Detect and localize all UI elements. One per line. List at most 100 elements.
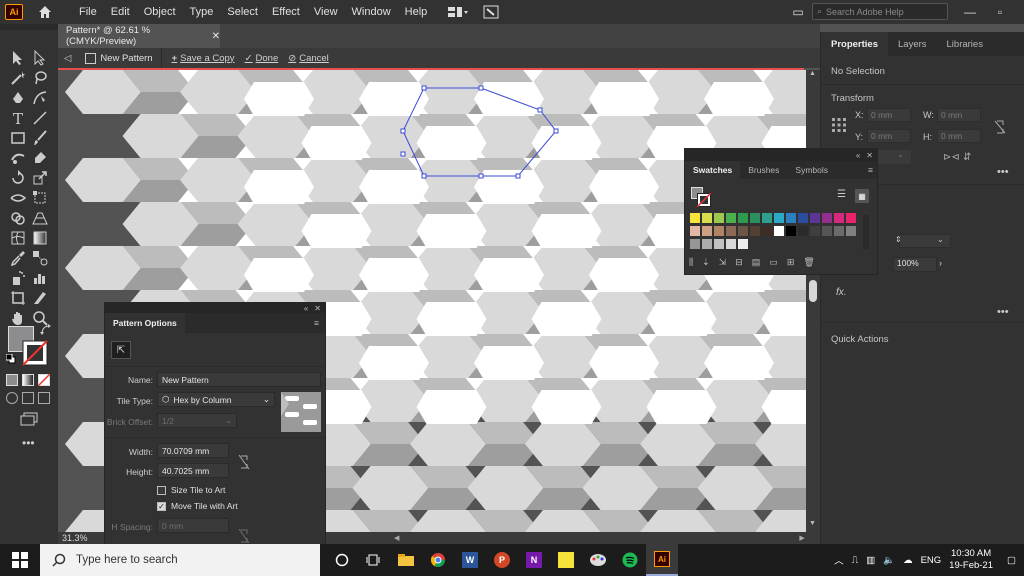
stroke-weight-dropdown[interactable]: ⌄ bbox=[937, 235, 944, 244]
color-swatch[interactable] bbox=[810, 226, 820, 236]
color-swatch[interactable] bbox=[834, 213, 844, 223]
color-swatch[interactable] bbox=[726, 239, 736, 249]
scroll-up-icon[interactable]: ▲ bbox=[809, 70, 816, 77]
color-swatch[interactable] bbox=[690, 226, 700, 236]
spotify-icon[interactable] bbox=[614, 544, 646, 576]
taskbar-search-box[interactable]: Type here to search bbox=[40, 544, 320, 576]
tab-pattern-options[interactable]: Pattern Options bbox=[105, 313, 185, 333]
powerpoint-icon[interactable]: P bbox=[486, 544, 518, 576]
swatch-stroke-preview[interactable] bbox=[697, 193, 711, 207]
color-swatch[interactable] bbox=[726, 226, 736, 236]
color-swatch[interactable] bbox=[702, 213, 712, 223]
pattern-tile-tool-icon[interactable]: ⇱ bbox=[111, 341, 131, 359]
color-swatch[interactable] bbox=[750, 226, 760, 236]
color-swatch[interactable] bbox=[690, 239, 700, 249]
color-swatch[interactable] bbox=[714, 213, 724, 223]
list-view-icon[interactable]: ☰ bbox=[837, 189, 851, 203]
h-field[interactable]: 0 mm bbox=[937, 129, 981, 143]
language-indicator[interactable]: ENG bbox=[921, 555, 942, 566]
selection-tool-icon[interactable] bbox=[10, 50, 26, 66]
place-swatch-icon[interactable]: ⇲ bbox=[719, 257, 727, 268]
color-swatch[interactable] bbox=[798, 226, 808, 236]
chrome-icon[interactable] bbox=[422, 544, 454, 576]
hand-tool-icon[interactable] bbox=[10, 310, 26, 326]
home-icon[interactable] bbox=[37, 4, 53, 20]
paint-icon[interactable] bbox=[582, 544, 614, 576]
menu-effect[interactable]: Effect bbox=[272, 6, 300, 18]
opacity-expand-arrow[interactable]: › bbox=[939, 258, 942, 268]
tile-handle[interactable] bbox=[537, 107, 543, 113]
tile-handle[interactable] bbox=[515, 173, 521, 179]
shape-builder-tool-icon[interactable] bbox=[10, 210, 26, 226]
menu-select[interactable]: Select bbox=[227, 6, 258, 18]
w-field[interactable]: 0 mm bbox=[937, 108, 981, 122]
power-icon[interactable]: ⎍ bbox=[852, 555, 859, 566]
color-swatch[interactable] bbox=[810, 213, 820, 223]
menu-edit[interactable]: Edit bbox=[111, 6, 130, 18]
zoom-level[interactable]: 31.3% bbox=[58, 533, 94, 543]
paintbrush-tool-icon[interactable] bbox=[32, 130, 48, 146]
none-mode-button[interactable] bbox=[38, 374, 50, 386]
panel-menu-icon[interactable]: ≡ bbox=[314, 318, 325, 328]
artboard-tool-icon[interactable] bbox=[10, 290, 26, 306]
edit-toolbar-icon[interactable]: ••• bbox=[22, 436, 35, 450]
arrange-documents-icon[interactable] bbox=[447, 5, 469, 19]
illustrator-taskbar-icon[interactable]: Ai bbox=[646, 544, 678, 576]
tile-handle[interactable] bbox=[553, 128, 559, 134]
free-transform-tool-icon[interactable] bbox=[32, 190, 48, 206]
color-swatch[interactable] bbox=[798, 213, 808, 223]
screen-mode-icon[interactable] bbox=[20, 412, 38, 426]
stroke-color-swatch[interactable] bbox=[22, 340, 48, 366]
color-swatch[interactable] bbox=[750, 213, 760, 223]
scroll-right-icon[interactable]: ▶ bbox=[799, 534, 804, 542]
color-swatch[interactable] bbox=[846, 213, 856, 223]
pattern-name-field[interactable]: New Pattern bbox=[157, 372, 321, 387]
menu-file[interactable]: File bbox=[79, 6, 97, 18]
new-color-group-icon[interactable]: ▭ bbox=[769, 257, 778, 268]
tile-handle[interactable] bbox=[400, 151, 406, 157]
width-tool-icon[interactable] bbox=[10, 190, 26, 206]
close-panel-icon[interactable]: ✕ bbox=[314, 304, 321, 313]
notifications-icon[interactable]: ▢ bbox=[1007, 555, 1016, 566]
draw-inside-icon[interactable] bbox=[38, 392, 50, 404]
flip-vertical-icon[interactable]: ⇵ bbox=[963, 152, 971, 163]
default-fill-stroke-icon[interactable] bbox=[6, 354, 16, 364]
collapse-panel-icon[interactable]: « bbox=[856, 151, 860, 160]
color-swatch[interactable] bbox=[714, 226, 724, 236]
swatch-options-icon[interactable]: ⊟ bbox=[735, 257, 743, 268]
collapse-panel-icon[interactable]: « bbox=[304, 304, 308, 313]
color-mode-button[interactable] bbox=[6, 374, 18, 386]
maximize-button[interactable]: ▫ bbox=[992, 4, 1008, 20]
rotate-tool-icon[interactable] bbox=[10, 170, 26, 186]
color-swatch[interactable] bbox=[822, 226, 832, 236]
tile-handle[interactable] bbox=[478, 173, 484, 179]
color-swatch[interactable] bbox=[846, 226, 856, 236]
menu-help[interactable]: Help bbox=[405, 6, 428, 18]
color-swatch[interactable] bbox=[786, 213, 796, 223]
tile-type-dropdown[interactable]: ⬡ Hex by Column ⌄ bbox=[157, 392, 275, 407]
tab-properties[interactable]: Properties bbox=[821, 32, 888, 56]
rectangle-tool-icon[interactable] bbox=[10, 130, 26, 146]
close-panel-icon[interactable]: ✕ bbox=[866, 151, 873, 160]
color-swatch[interactable] bbox=[714, 239, 724, 249]
color-swatch[interactable] bbox=[762, 226, 772, 236]
tile-height-field[interactable]: 40.7025 mm bbox=[157, 463, 229, 478]
slice-tool-icon[interactable] bbox=[32, 290, 48, 306]
panel-menu-icon[interactable]: ≡ bbox=[868, 161, 877, 179]
scroll-down-icon[interactable]: ▼ bbox=[809, 520, 816, 527]
magic-wand-icon[interactable] bbox=[10, 70, 26, 86]
color-swatch[interactable] bbox=[726, 213, 736, 223]
search-help-input[interactable]: ⌕ Search Adobe Help bbox=[812, 3, 948, 20]
h-spacing-field[interactable]: 0 mm bbox=[157, 518, 229, 533]
color-swatch[interactable] bbox=[822, 213, 832, 223]
swatch-kind-icon[interactable]: ⇣ bbox=[702, 257, 710, 268]
swatch-libraries-icon[interactable]: ⫼ bbox=[689, 257, 693, 268]
move-tile-checkbox-box[interactable]: ✓ bbox=[157, 501, 166, 511]
draw-normal-icon[interactable] bbox=[6, 392, 18, 404]
cortana-icon[interactable] bbox=[326, 544, 358, 576]
scroll-thumb[interactable] bbox=[809, 280, 817, 302]
column-graph-tool-icon[interactable] bbox=[32, 270, 48, 286]
symbol-sprayer-tool-icon[interactable] bbox=[10, 270, 26, 286]
swatch-scrollbar[interactable] bbox=[863, 215, 869, 249]
volume-icon[interactable]: 🔈 bbox=[883, 555, 895, 566]
